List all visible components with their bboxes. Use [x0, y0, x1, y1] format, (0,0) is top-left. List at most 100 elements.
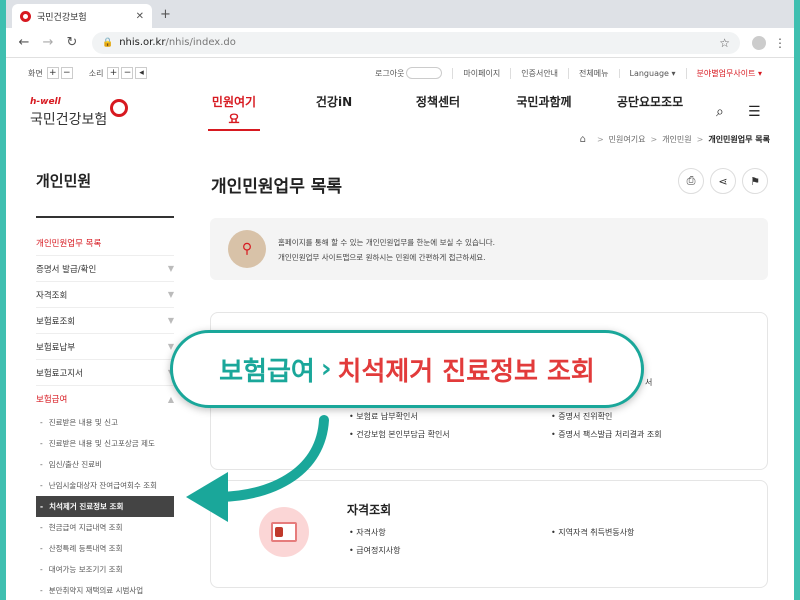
volume-down-button[interactable]: − — [121, 67, 134, 79]
bookmark-button[interactable]: ⚑ — [742, 168, 768, 194]
mypage-link[interactable]: 마이페이지 — [452, 67, 510, 79]
back-icon[interactable]: ← — [14, 35, 34, 50]
browser-tab[interactable]: 국민건강보험 ✕ — [12, 4, 152, 28]
reload-icon[interactable]: ↻ — [62, 35, 82, 50]
search-icon[interactable]: ⌕ — [716, 104, 724, 120]
nav-about[interactable]: 공단요모조모 — [612, 93, 688, 131]
home-icon[interactable]: ⌂ — [580, 134, 586, 145]
dash: - — [40, 523, 43, 532]
zoom-out-button[interactable]: − — [60, 67, 73, 79]
sidebar-subitem[interactable]: - 임신/출산 진료비 — [36, 454, 174, 475]
chevron-down-icon: ▼ — [167, 342, 174, 351]
url-input[interactable]: 🔒 nhis.or.kr /nhis/index.do ☆ — [92, 31, 740, 54]
sidebar-subitem[interactable]: - 진료받은 내용 및 신고 — [36, 412, 174, 433]
sidebar-subitem-label: 진료받은 내용 및 신고 — [48, 418, 118, 427]
sidebar-item-benefits[interactable]: 보험급여 ▲ — [36, 386, 174, 412]
sidebar-item-label: 보험료조회 — [36, 316, 76, 327]
info-line: 홈페이지를 통해 할 수 있는 개인민원업무를 한눈에 보실 수 있습니다. — [278, 238, 496, 247]
sidebar-title: 개인민원 — [36, 172, 92, 190]
card-link-label: 증명서 팩스발급 처리결과 조회 — [558, 430, 662, 439]
card-link[interactable]: • 지역자격 취득변동사항 — [551, 527, 634, 538]
bookmark-star-icon[interactable]: ☆ — [719, 36, 730, 50]
card-link[interactable]: 서 — [645, 377, 652, 388]
breadcrumb-current: 개인민원업무 목록 — [708, 135, 770, 144]
sidebar-item-premium-inquiry[interactable]: 보험료조회 ▼ — [36, 308, 174, 334]
logo-hwell: h-well — [30, 97, 61, 107]
sidebar-subitem-label: 진료받은 내용 및 신고포상금 제도 — [48, 439, 155, 448]
card-link[interactable]: • 보험료 납부확인서 — [349, 411, 418, 422]
sidebar-item-premium-payment[interactable]: 보험료납부 ▼ — [36, 334, 174, 360]
location-monitor-icon: ⚲ — [228, 230, 266, 268]
sidebar-subitem-label: 치석제거 진료정보 조회 — [49, 502, 124, 511]
sidebar-item-label: 개인민원업무 목록 — [36, 238, 102, 249]
profile-avatar[interactable] — [752, 35, 766, 50]
print-button[interactable]: ⎙ — [678, 168, 704, 194]
nav-minwon[interactable]: 민원여기요 — [208, 93, 260, 131]
nav-policy-center[interactable]: 정책센터 — [412, 93, 464, 131]
card-link-label: 건강보험 본인부담금 확인서 — [356, 430, 450, 439]
forward-icon[interactable]: → — [38, 35, 58, 50]
sidebar-item-label: 보험료고지서 — [36, 368, 83, 379]
volume-up-button[interactable]: + — [107, 67, 120, 79]
browser-menu-icon[interactable]: ⋮ — [774, 36, 786, 50]
close-tab-icon[interactable]: ✕ — [136, 11, 144, 22]
sound-label: 소리 — [88, 68, 104, 78]
nav-with-people[interactable]: 국민과함께 — [512, 93, 576, 131]
logo-mark-icon — [110, 99, 128, 117]
sidebar-subitem[interactable]: - 진료받은 내용 및 신고포상금 제도 — [36, 433, 174, 454]
logout-link[interactable]: 로그아웃 — [375, 67, 443, 79]
sidebar-subitem[interactable]: - 현금급여 지급내역 조회 — [36, 517, 174, 538]
sidebar-item-qualification[interactable]: 자격조회 ▼ — [36, 282, 174, 308]
dash: - — [40, 418, 43, 427]
lock-icon: 🔒 — [102, 37, 114, 48]
chevron-down-icon: ▼ — [167, 264, 174, 273]
utility-bar: 화면 + − 소리 + − ◂ 로그아웃 마이페이지 인증서안내 전체메뉴 La… — [6, 62, 794, 84]
info-line: 개인민원업무 사이트맵으로 원하시는 민원에 간편하게 접근하세요. — [278, 253, 486, 262]
breadcrumb-sep: > — [596, 135, 604, 144]
hamburger-menu-icon[interactable]: ☰ — [748, 104, 761, 120]
certificate-guide-link[interactable]: 인증서안내 — [510, 67, 568, 79]
card-link[interactable]: • 건강보험 본인부담금 확인서 — [349, 429, 450, 440]
new-tab-icon[interactable]: + — [160, 7, 171, 22]
id-card-shape — [271, 522, 297, 542]
session-timer — [406, 67, 443, 79]
card-link[interactable]: • 증명서 진위확인 — [551, 411, 612, 422]
sidebar-subitem-label: 대여가능 보조기기 조회 — [48, 565, 123, 574]
utility-links: 로그아웃 마이페이지 인증서안내 전체메뉴 Language ▾ 분야별업무사이… — [375, 67, 772, 79]
sidebar-item-premium-bill[interactable]: 보험료고지서 ▼ — [36, 360, 174, 386]
card-link-label: 보험료 납부확인서 — [356, 412, 418, 421]
share-button[interactable]: ⋖ — [710, 168, 736, 194]
sidebar-subitem[interactable]: - 난임시술대상자 잔여급여회수 조회 — [36, 475, 174, 496]
sidebar-subitem[interactable]: - 산정특례 등록내역 조회 — [36, 538, 174, 559]
logo-name: 국민건강보험 — [30, 112, 108, 128]
sidebar: 개인민원 개인민원업무 목록 증명서 발급/확인 ▼ 자격조회 ▼ 보험료조회 … — [36, 170, 174, 600]
zoom-in-button[interactable]: + — [46, 67, 59, 79]
card-link[interactable]: • 급여정지사항 — [349, 545, 400, 556]
breadcrumb-sep: > — [696, 135, 704, 144]
sidebar-subitem[interactable]: - 대여가능 보조기기 조회 — [36, 559, 174, 580]
sidebar-subitem-label: 임신/출산 진료비 — [48, 460, 102, 469]
main-nav: 민원여기요 건강iN 정책센터 국민과함께 공단요모조모 — [208, 93, 688, 131]
nhis-logo[interactable]: h-well 국민건강보험 — [28, 95, 128, 129]
card-link[interactable]: • 증명서 팩스발급 처리결과 조회 — [551, 429, 662, 440]
language-select[interactable]: Language ▾ — [618, 68, 686, 78]
sidebar-item-list[interactable]: 개인민원업무 목록 — [36, 230, 174, 256]
chevron-up-icon: ▲ — [167, 394, 174, 404]
sidebar-divider — [36, 216, 174, 218]
breadcrumb-item[interactable]: 개인민원 — [662, 134, 691, 145]
card-link[interactable]: • 자격사항 — [349, 527, 386, 538]
sidebar-subitem[interactable]: - 분만취약지 재택의료 시범사업 — [36, 580, 174, 600]
nav-health-in[interactable]: 건강iN — [312, 93, 356, 131]
dash: - — [40, 502, 44, 511]
dash: - — [40, 439, 43, 448]
all-menu-link[interactable]: 전체메뉴 — [568, 67, 618, 79]
breadcrumb-item[interactable]: 민원여기요 — [609, 134, 646, 145]
speaker-icon[interactable]: ◂ — [135, 67, 148, 79]
sidebar-subitem-scaling[interactable]: - 치석제거 진료정보 조회 — [36, 496, 174, 517]
sidebar-item-certificate[interactable]: 증명서 발급/확인 ▼ — [36, 256, 174, 282]
nhis-favicon-icon — [20, 10, 31, 22]
sidebar-item-label: 보험료납부 — [36, 342, 76, 353]
family-site-select[interactable]: 분야별업무사이트 ▾ — [685, 67, 772, 79]
screen-zoom-control: 화면 + − — [28, 67, 75, 79]
tab-bar: 국민건강보험 ✕ + — [6, 0, 794, 28]
